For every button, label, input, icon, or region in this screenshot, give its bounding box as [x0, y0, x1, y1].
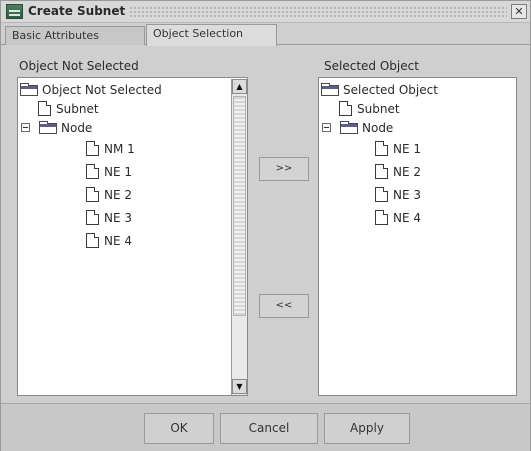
network-app-icon — [6, 4, 23, 19]
add-selected-button[interactable]: >> — [259, 157, 309, 181]
document-icon — [86, 164, 99, 179]
title-bar[interactable]: Create Subnet ✕ — [1, 1, 530, 23]
folder-icon — [321, 83, 339, 96]
tree-item-label: Node — [61, 121, 93, 135]
folder-icon — [340, 121, 358, 134]
tree-root-label: Object Not Selected — [42, 83, 162, 97]
document-icon — [375, 187, 388, 202]
tree-root-label: Selected Object — [343, 83, 438, 97]
ok-button[interactable]: OK — [144, 413, 214, 444]
remove-selected-button[interactable]: << — [259, 294, 309, 318]
tab-bar: Basic Attributes Object Selection — [1, 23, 530, 46]
cancel-button[interactable]: Cancel — [220, 413, 318, 444]
document-icon — [86, 187, 99, 202]
dialog-footer: OK Cancel Apply — [1, 403, 530, 451]
tree-item-label: NE 2 — [104, 188, 133, 202]
folder-icon — [39, 121, 57, 134]
selected-object-label: Selected Object — [324, 59, 419, 73]
tab-basic-attributes[interactable]: Basic Attributes — [5, 26, 145, 45]
tree-item-label: NE 1 — [104, 165, 133, 179]
title-bar-grip — [129, 6, 507, 18]
minus-icon[interactable] — [21, 123, 30, 132]
tree-item-label: NM 1 — [104, 142, 135, 156]
tree-item-label: Node — [362, 121, 394, 135]
tree-item-label: NE 2 — [393, 165, 422, 179]
document-icon — [375, 141, 388, 156]
create-subnet-dialog: Create Subnet ✕ Basic Attributes Object … — [0, 0, 531, 451]
tree-item-label: Subnet — [357, 102, 400, 116]
document-icon — [86, 141, 99, 156]
document-icon — [86, 210, 99, 225]
close-button[interactable]: ✕ — [511, 4, 527, 19]
tree-item-label: NE 4 — [393, 211, 422, 225]
tree-item-label: NE 3 — [393, 188, 422, 202]
document-icon — [38, 101, 51, 116]
selected-object-list[interactable]: Selected Object Subnet Node NE 1 NE 2 NE… — [318, 77, 517, 396]
tree-item-label: Subnet — [56, 102, 99, 116]
tree-item-label: NE 1 — [393, 142, 422, 156]
scroll-thumb[interactable] — [233, 96, 246, 316]
tab-object-selection[interactable]: Object Selection — [146, 24, 277, 46]
document-icon — [375, 210, 388, 225]
minus-icon[interactable] — [322, 123, 331, 132]
scroll-up-button[interactable]: ▲ — [232, 79, 247, 94]
object-not-selected-list[interactable]: Object Not Selected Subnet Node NM 1 NE … — [17, 77, 248, 396]
folder-icon — [20, 83, 38, 96]
tree-item-label: NE 3 — [104, 211, 133, 225]
document-icon — [375, 164, 388, 179]
window-title: Create Subnet — [28, 4, 126, 18]
vertical-scrollbar[interactable]: ▲ ▼ — [231, 79, 247, 395]
document-icon — [339, 101, 352, 116]
document-icon — [86, 233, 99, 248]
object-not-selected-label: Object Not Selected — [19, 59, 139, 73]
apply-button[interactable]: Apply — [324, 413, 410, 444]
scroll-down-button[interactable]: ▼ — [232, 379, 247, 394]
tree-item-label: NE 4 — [104, 234, 133, 248]
